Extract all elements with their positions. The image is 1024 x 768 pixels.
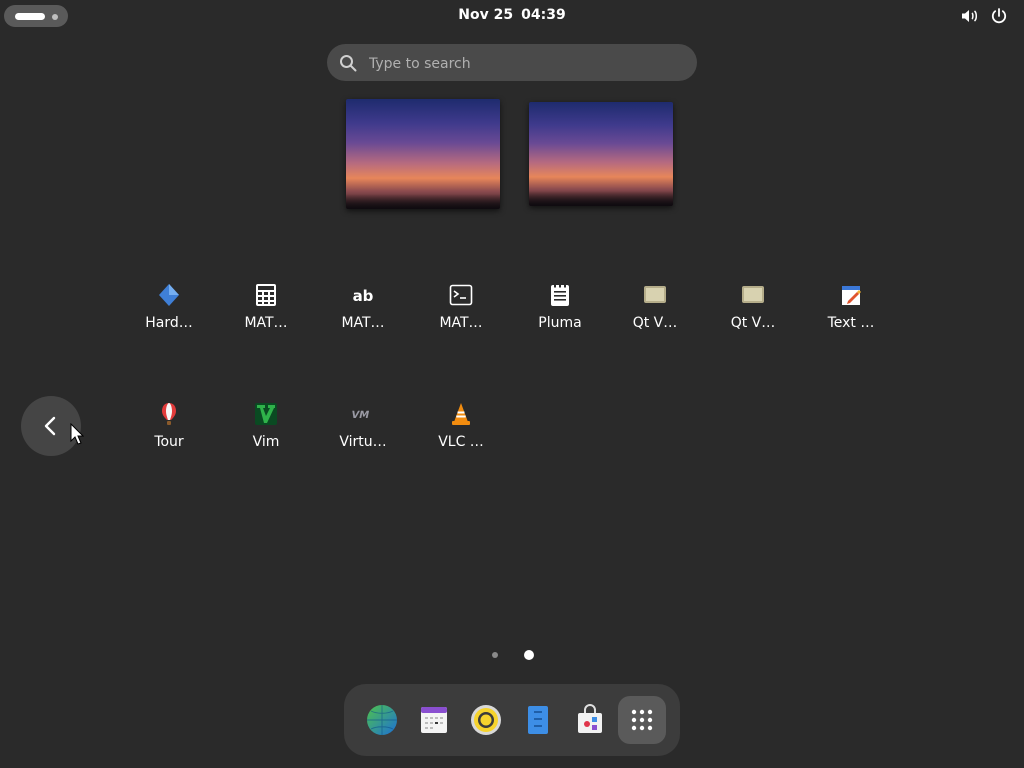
app-pluma[interactable]: Pluma xyxy=(512,283,608,353)
browser-globe-icon xyxy=(367,705,397,735)
app-label: MAT… xyxy=(341,315,385,331)
app-qt-v-1[interactable]: Qt V… xyxy=(607,283,703,353)
qt-app-icon xyxy=(742,286,764,303)
app-vlc[interactable]: VLC … xyxy=(413,402,509,472)
dash-item-software[interactable] xyxy=(566,696,614,744)
app-vim[interactable]: Vim xyxy=(218,402,314,472)
workspace-1-thumbnail[interactable] xyxy=(346,99,500,209)
text-document-icon xyxy=(528,706,548,734)
clock-date: Nov 25 xyxy=(458,7,514,23)
dash-item-browser[interactable] xyxy=(358,696,406,744)
app-label: Tour xyxy=(154,434,184,450)
show-apps-button[interactable] xyxy=(618,696,666,744)
search-icon xyxy=(340,55,357,72)
show-apps-grid-icon xyxy=(631,709,653,731)
clock-time: 04:39 xyxy=(521,7,566,23)
app-label: Hard… xyxy=(145,315,193,331)
dash-item-rhythmbox[interactable] xyxy=(462,696,510,744)
app-label: Qt V… xyxy=(730,315,776,331)
app-virtualbox[interactable]: VM Virtu… xyxy=(315,402,411,472)
dash-item-files[interactable] xyxy=(514,696,562,744)
character-map-icon: ab xyxy=(353,287,374,305)
calendar-icon xyxy=(421,707,447,733)
search-input[interactable] xyxy=(367,44,681,83)
dash xyxy=(344,684,680,756)
app-text-editor[interactable]: Text … xyxy=(803,283,899,353)
app-label: MAT… xyxy=(244,315,288,331)
svg-text:VM: VM xyxy=(351,410,370,421)
page-indicator-1[interactable] xyxy=(492,652,498,658)
app-label: Vim xyxy=(252,434,280,450)
text-editor-icon xyxy=(842,286,861,305)
search-bar[interactable] xyxy=(327,44,697,83)
app-qt-v-2[interactable]: Qt V… xyxy=(705,283,801,353)
pluma-icon xyxy=(551,283,569,306)
app-label: Text … xyxy=(827,315,875,331)
app-mate-calculator[interactable]: MAT… xyxy=(218,283,314,353)
chevron-left-icon xyxy=(44,416,56,436)
page-indicator-2[interactable] xyxy=(524,650,534,660)
qt-app-icon xyxy=(644,286,666,303)
mouse-cursor-icon xyxy=(70,423,84,445)
top-bar: Nov 25 04:39 xyxy=(0,0,1024,32)
vlc-icon xyxy=(452,403,470,425)
clock-button[interactable]: Nov 25 04:39 xyxy=(0,7,1024,23)
app-label: Pluma xyxy=(538,315,582,331)
hardinfo-icon xyxy=(159,284,179,306)
app-label: MAT… xyxy=(439,315,483,331)
app-label: Virtu… xyxy=(339,434,387,450)
app-tour[interactable]: Tour xyxy=(121,402,217,472)
volume-icon[interactable] xyxy=(961,8,979,24)
app-label: Qt V… xyxy=(632,315,678,331)
app-label: VLC … xyxy=(438,434,484,450)
virtualbox-icon: VM xyxy=(351,410,370,421)
power-icon[interactable] xyxy=(990,7,1008,25)
app-mate-character-map[interactable]: ab MAT… xyxy=(315,283,411,353)
app-hardinfo[interactable]: Hard… xyxy=(121,283,217,353)
svg-text:ab: ab xyxy=(353,287,374,305)
app-mate-terminal[interactable]: MAT… xyxy=(413,283,509,353)
workspace-2-thumbnail[interactable] xyxy=(529,102,673,206)
terminal-icon xyxy=(449,284,473,306)
software-store-icon xyxy=(578,704,602,733)
vim-icon xyxy=(255,403,277,425)
dash-item-calendar[interactable] xyxy=(410,696,458,744)
rhythmbox-icon xyxy=(471,705,501,735)
calculator-icon xyxy=(256,284,276,306)
tour-balloon-icon xyxy=(162,403,176,425)
